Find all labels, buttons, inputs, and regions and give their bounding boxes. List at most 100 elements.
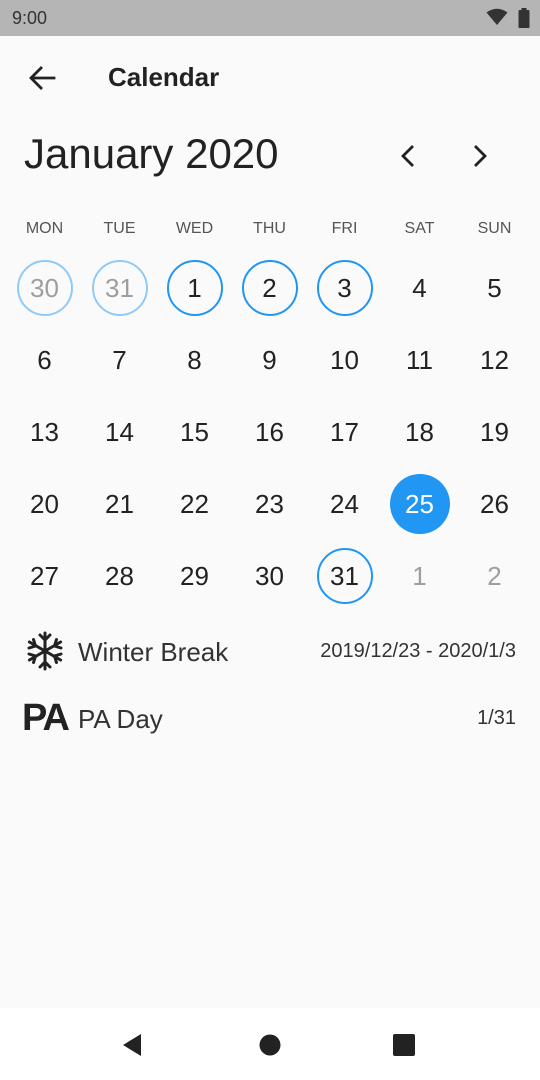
previous-month-button[interactable] <box>386 134 430 178</box>
month-label: January 2020 <box>24 130 279 177</box>
day-cell[interactable]: 3 <box>307 252 382 324</box>
day-number: 31 <box>316 548 373 604</box>
weekday-label: FRI <box>331 220 358 237</box>
day-number: 19 <box>480 416 509 447</box>
day-number: 3 <box>316 260 373 316</box>
day-cell[interactable]: 30 <box>232 540 307 612</box>
day-number: 15 <box>180 416 209 447</box>
day-cell[interactable]: 28 <box>82 540 157 612</box>
week-row: 6 7 8 9 10 11 12 <box>7 324 532 396</box>
event-name: PA Day <box>78 704 163 734</box>
day-cell[interactable]: 23 <box>232 468 307 540</box>
day-number: 13 <box>30 416 59 447</box>
day-number: 23 <box>255 488 284 519</box>
event-item[interactable]: Winter Break 2019/12/23 - 2020/1/3 <box>0 623 540 679</box>
back-triangle-icon[interactable] <box>117 1030 147 1060</box>
day-cell[interactable]: 1 <box>157 252 232 324</box>
day-cell[interactable]: 8 <box>157 324 232 396</box>
weekday-label: SUN <box>477 220 512 237</box>
day-cell[interactable]: 2 <box>232 252 307 324</box>
day-cell[interactable]: 20 <box>7 468 82 540</box>
day-cell[interactable]: 26 <box>457 468 532 540</box>
day-number: 20 <box>30 488 59 519</box>
day-number: 2 <box>241 260 298 316</box>
back-button[interactable] <box>22 58 62 98</box>
day-cell[interactable]: 30 <box>7 252 82 324</box>
weekday-header: MON TUE WED THU FRI SAT SUN <box>7 220 532 238</box>
day-number: 18 <box>405 416 434 447</box>
day-cell[interactable]: 16 <box>232 396 307 468</box>
battery-icon <box>518 8 530 28</box>
day-cell[interactable]: 17 <box>307 396 382 468</box>
day-number: 24 <box>330 488 359 519</box>
day-cell[interactable]: 19 <box>457 396 532 468</box>
home-circle-icon[interactable] <box>255 1030 285 1060</box>
weekday-label: SAT <box>404 220 435 237</box>
day-cell[interactable]: 15 <box>157 396 232 468</box>
day-cell[interactable]: 4 <box>382 252 457 324</box>
day-number: 31 <box>91 260 148 316</box>
day-cell[interactable]: 31 <box>82 252 157 324</box>
day-number: 2 <box>487 560 502 591</box>
day-number: 29 <box>180 560 209 591</box>
chevron-left-icon <box>401 145 414 167</box>
event-date: 1/31 <box>477 707 516 729</box>
day-number: 5 <box>487 272 502 303</box>
next-month-button[interactable] <box>458 134 502 178</box>
event-date: 2019/12/23 - 2020/1/3 <box>320 640 516 662</box>
recents-square-icon[interactable] <box>389 1030 419 1060</box>
day-cell[interactable]: 12 <box>457 324 532 396</box>
day-number: 17 <box>330 416 359 447</box>
weekday-label: THU <box>253 220 286 237</box>
week-row: 13 14 15 16 17 18 19 <box>7 396 532 468</box>
event-name: Winter Break <box>78 637 229 667</box>
day-number: 7 <box>112 344 127 375</box>
day-cell[interactable]: 10 <box>307 324 382 396</box>
day-cell[interactable]: 21 <box>82 468 157 540</box>
pa-icon-text: PA <box>22 697 70 739</box>
day-cell[interactable]: 11 <box>382 324 457 396</box>
day-number: 4 <box>412 272 427 303</box>
calendar-grid: 30 31 1 2 3 4 5 6 7 8 9 10 11 12 13 14 15 16 17 18 19 20 21 22 2… <box>7 252 532 612</box>
day-cell[interactable]: 25 <box>382 468 457 540</box>
week-row: 30 31 1 2 3 4 5 <box>7 252 532 324</box>
arrow-left-icon <box>29 66 56 90</box>
day-number: 30 <box>255 560 284 591</box>
day-number: 8 <box>187 344 202 375</box>
week-row: 20 21 22 23 24 25 26 <box>7 468 532 540</box>
day-number: 1 <box>412 560 427 591</box>
day-cell[interactable]: 29 <box>157 540 232 612</box>
day-number: 30 <box>16 260 73 316</box>
day-cell[interactable]: 13 <box>7 396 82 468</box>
day-number: 11 <box>406 344 433 375</box>
selected-day: 25 <box>389 474 450 534</box>
day-cell[interactable]: 18 <box>382 396 457 468</box>
day-cell[interactable]: 9 <box>232 324 307 396</box>
page-title: Calendar <box>108 62 220 92</box>
day-number: 28 <box>105 560 134 591</box>
day-number: 12 <box>480 344 509 375</box>
day-cell[interactable]: 24 <box>307 468 382 540</box>
pa-icon: PA <box>22 697 70 739</box>
day-number: 21 <box>105 488 134 519</box>
status-bar: 9:00 <box>0 0 540 36</box>
day-number: 26 <box>480 488 509 519</box>
day-cell[interactable]: 5 <box>457 252 532 324</box>
day-cell[interactable]: 31 <box>307 540 382 612</box>
weekday-label: MON <box>25 220 64 237</box>
day-cell[interactable]: 22 <box>157 468 232 540</box>
day-cell[interactable]: 1 <box>382 540 457 612</box>
event-item[interactable]: PA PA Day 1/31 <box>0 690 540 746</box>
day-number: 6 <box>37 344 52 375</box>
day-number: 1 <box>166 260 223 316</box>
day-cell[interactable]: 7 <box>82 324 157 396</box>
day-cell[interactable]: 14 <box>82 396 157 468</box>
day-number: 22 <box>180 488 209 519</box>
weekday-label: WED <box>175 220 214 237</box>
day-number: 27 <box>30 560 59 591</box>
day-cell[interactable]: 27 <box>7 540 82 612</box>
day-cell[interactable]: 6 <box>7 324 82 396</box>
day-number: 16 <box>255 416 284 447</box>
day-cell[interactable]: 2 <box>457 540 532 612</box>
system-nav-bar <box>0 1008 540 1080</box>
